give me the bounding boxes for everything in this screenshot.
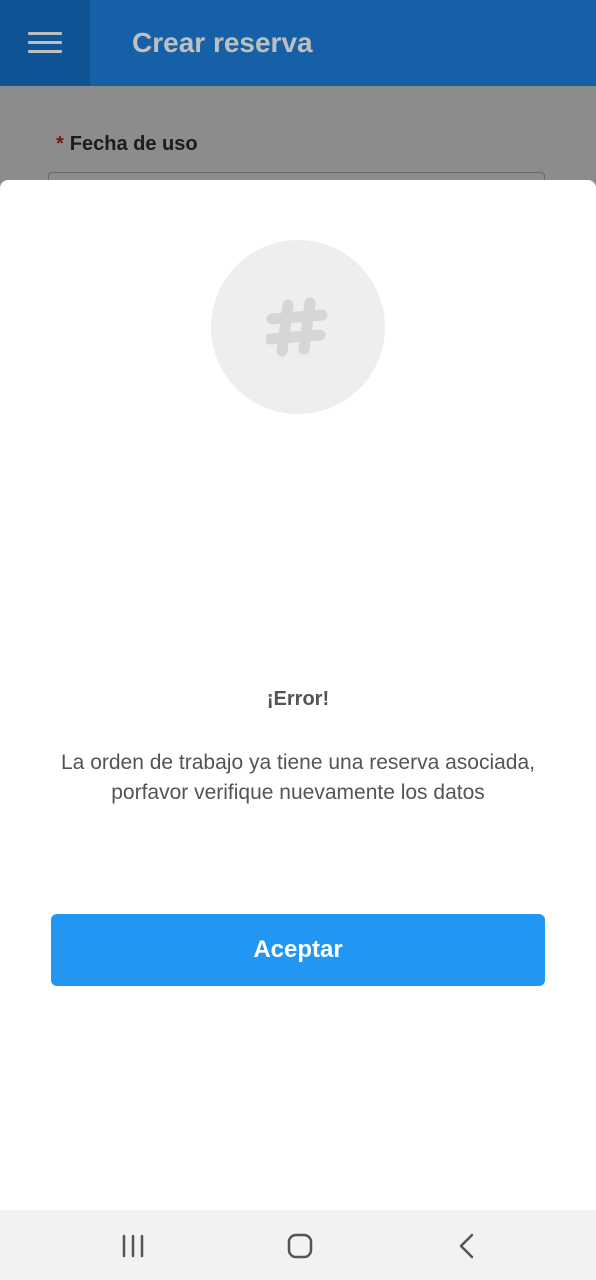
dialog-title: ¡Error! bbox=[266, 688, 330, 710]
error-dialog: ¡Error! La orden de trabajo ya tiene una… bbox=[0, 180, 596, 1210]
home-icon bbox=[287, 1233, 313, 1259]
recent-apps-icon bbox=[122, 1234, 144, 1258]
accept-button[interactable]: Aceptar bbox=[51, 914, 545, 986]
back-button[interactable] bbox=[427, 1210, 507, 1280]
app-bar: Crear reserva bbox=[0, 0, 596, 86]
appbar-dim bbox=[0, 0, 596, 86]
dialog-icon-circle bbox=[211, 240, 385, 414]
system-nav-bar bbox=[0, 1210, 596, 1280]
recent-apps-button[interactable] bbox=[93, 1210, 173, 1280]
dialog-message: La orden de trabajo ya tiene una reserva… bbox=[61, 751, 535, 804]
hashtag-icon bbox=[266, 297, 328, 357]
home-button[interactable] bbox=[259, 1210, 339, 1280]
back-icon bbox=[459, 1233, 474, 1259]
